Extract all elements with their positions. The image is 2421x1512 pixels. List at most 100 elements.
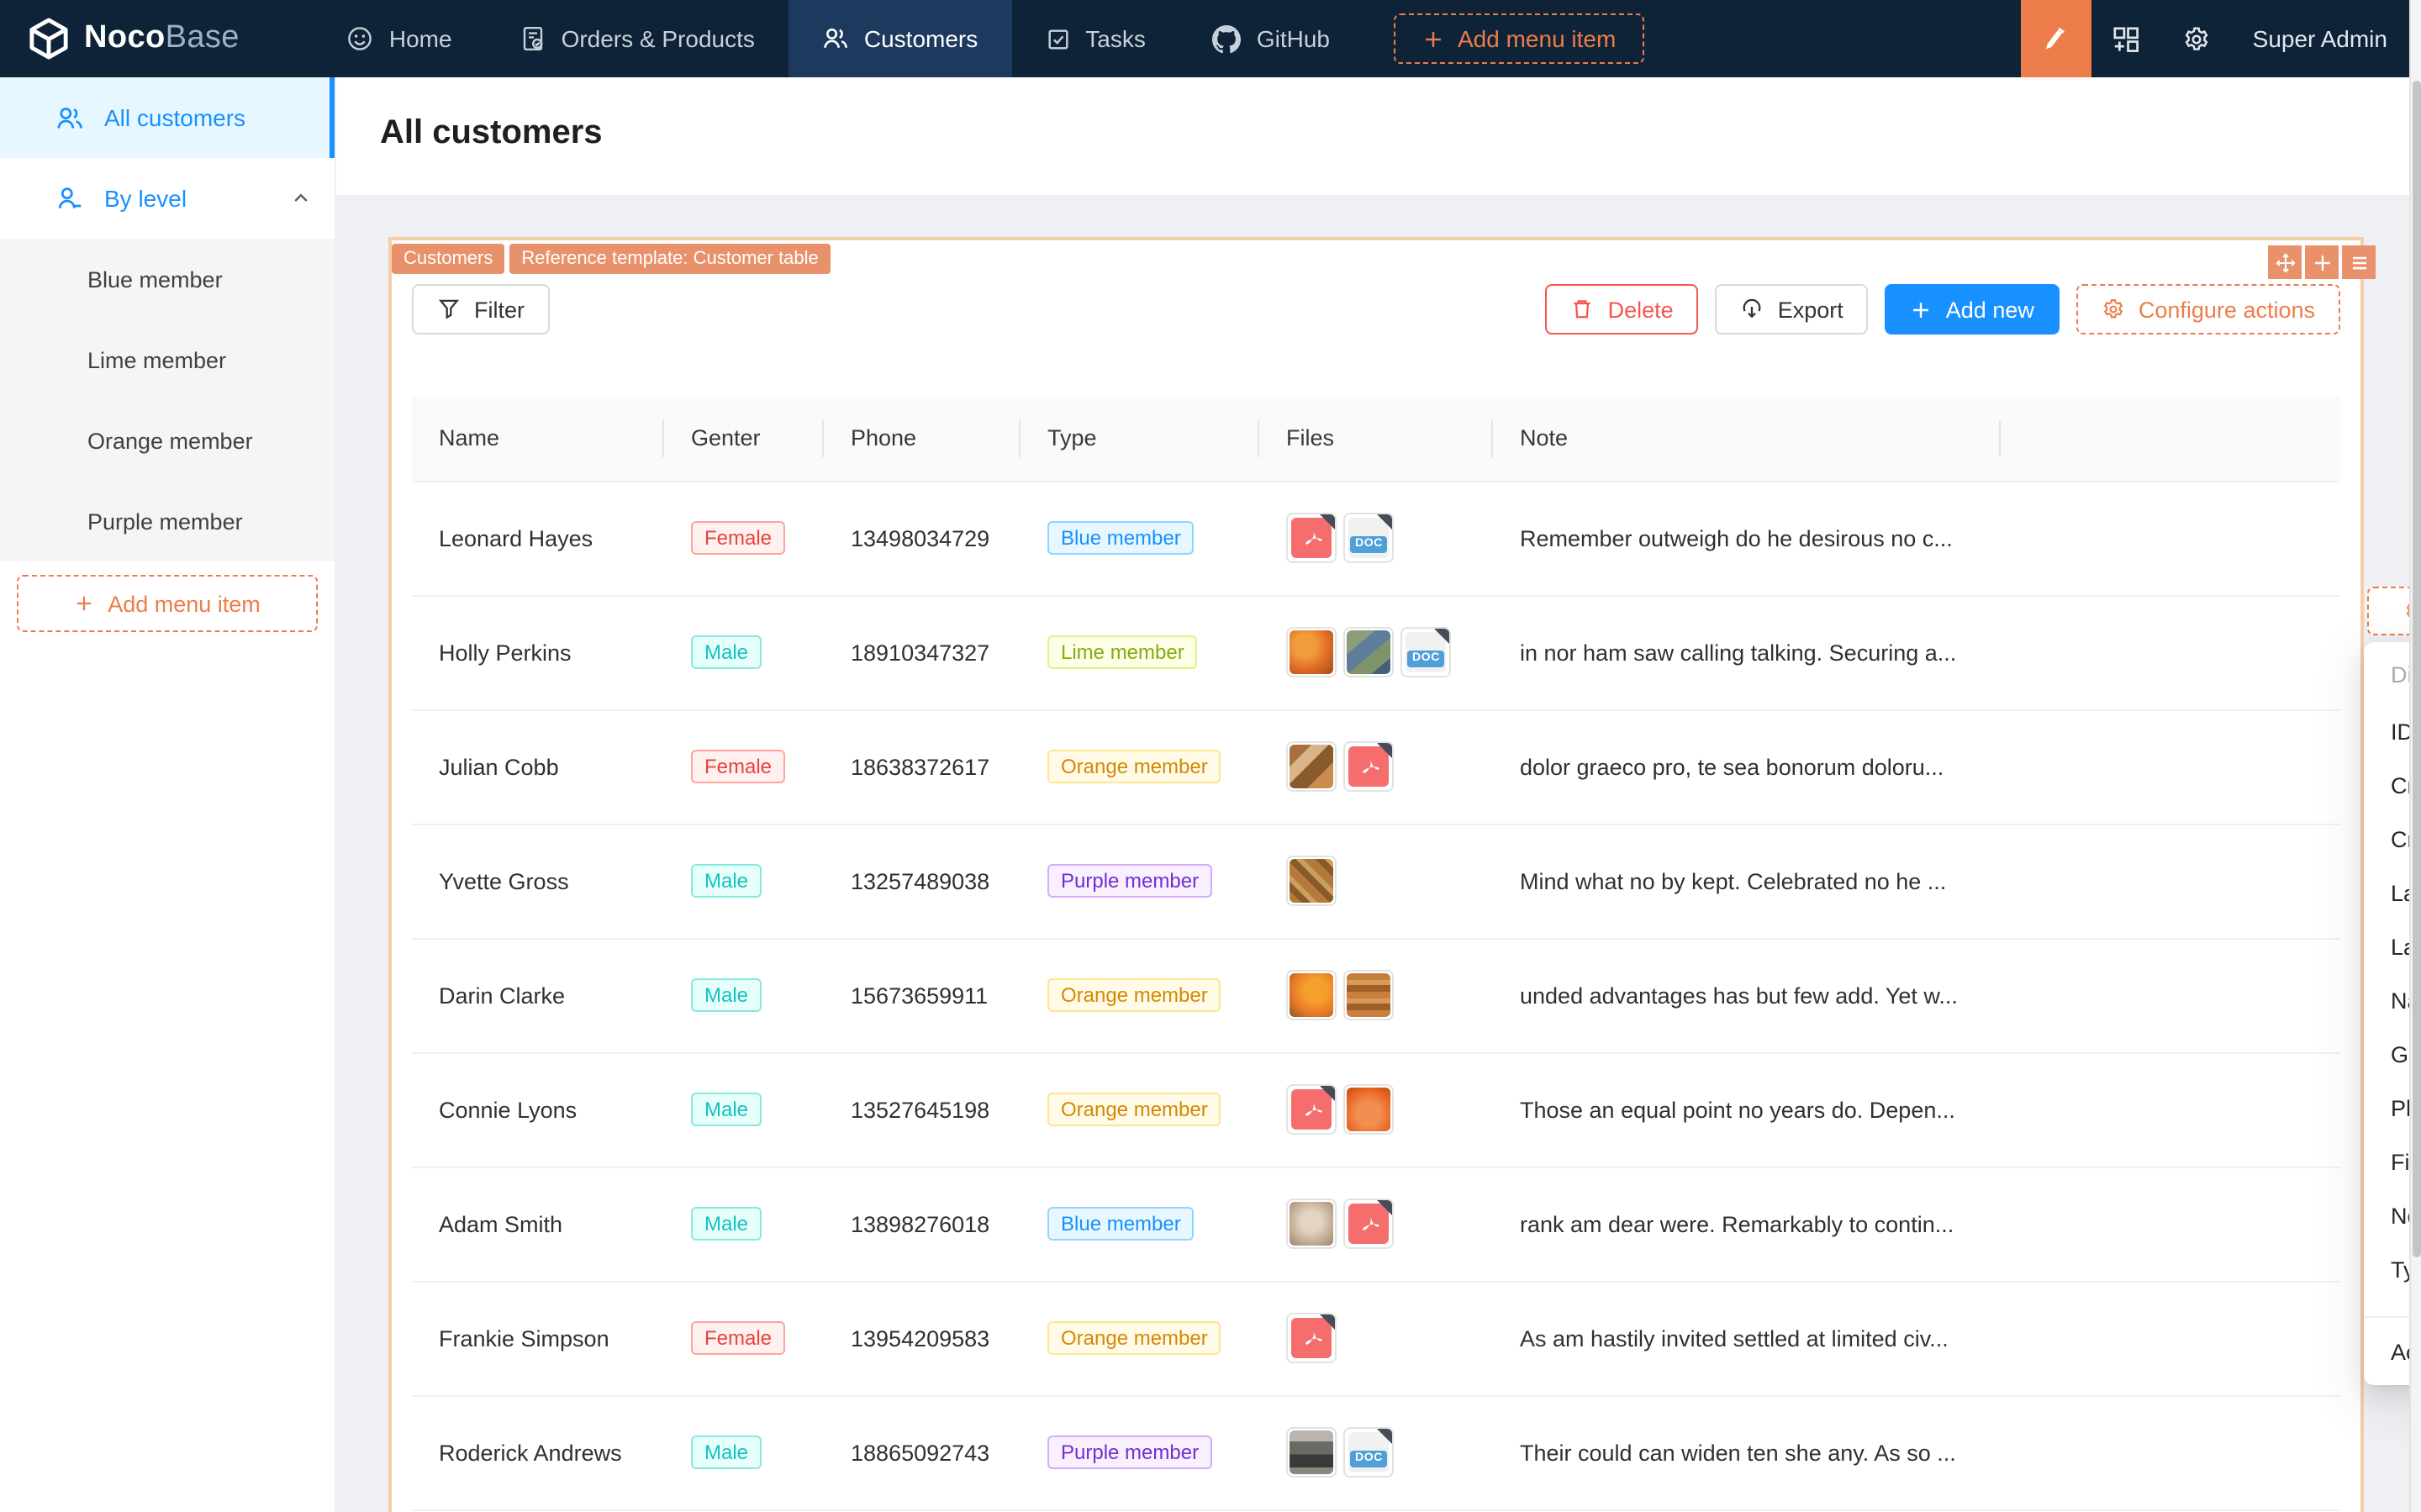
page-scrollbar-thumb[interactable] — [2413, 81, 2421, 1257]
configure-actions-button[interactable]: Configure actions — [2076, 284, 2340, 335]
cell-note: unded advantages has but few add. Yet w.… — [1493, 938, 2001, 1052]
page-content: Customers Reference template: Customer t… — [336, 195, 2421, 1512]
pdf-file-icon[interactable] — [1286, 1313, 1337, 1363]
filter-icon — [437, 298, 461, 321]
cell-note: Mind what no by kept. Celebrated no he .… — [1493, 824, 2001, 938]
doc-file-icon[interactable]: DOC — [1343, 1427, 1394, 1478]
cell-phone: 15673659911 — [824, 938, 1021, 1052]
block-add-button[interactable] — [2305, 245, 2339, 279]
table-block: Customers Reference template: Customer t… — [388, 237, 2364, 1512]
cell-name: Leonard Hayes — [412, 481, 664, 595]
sidebar-item-all-customers[interactable]: All customers — [0, 77, 335, 158]
column-header-type[interactable]: Type — [1021, 397, 1259, 481]
gender-badge: Male — [691, 635, 762, 669]
photo-thumbnail[interactable] — [1286, 1427, 1337, 1478]
sidebar-item-orange-member[interactable]: Orange member — [0, 400, 335, 481]
plugin-manager-button[interactable] — [2091, 0, 2162, 77]
cell-files — [1259, 1052, 1493, 1167]
nav-item-home[interactable]: Home — [314, 0, 486, 77]
filter-button[interactable]: Filter — [412, 284, 550, 335]
photo-thumbnail[interactable] — [1286, 627, 1337, 677]
settings-button[interactable] — [2162, 0, 2233, 77]
cell-name: Connie Lyons — [412, 1052, 664, 1167]
doc-file-icon[interactable]: DOC — [1400, 627, 1451, 677]
sidebar-item-label: Purple member — [87, 508, 243, 534]
sidebar-item-by-level[interactable]: By level — [0, 158, 335, 239]
action-buttons: Delete Export Add new — [1546, 284, 2340, 335]
sidebar-add-menu-item-button[interactable]: Add menu item — [17, 575, 318, 632]
page-scrollbar[interactable] — [2409, 0, 2421, 1512]
nav-item-github[interactable]: GitHub — [1179, 0, 1363, 77]
photo-oranges-bright — [1290, 973, 1333, 1017]
cell-type: Orange member — [1021, 1281, 1259, 1395]
pdf-file-icon[interactable] — [1286, 1084, 1337, 1135]
cell-note: Their could can widen ten she any. As so… — [1493, 1395, 2001, 1509]
cell-note: dolor graeco pro, te sea bonorum doloru.… — [1493, 709, 2001, 824]
move-icon — [2274, 251, 2296, 273]
add-new-button[interactable]: Add new — [1886, 284, 2060, 335]
block-designer-tags: Customers Reference template: Customer t… — [392, 244, 836, 274]
photo-thumbnail[interactable] — [1286, 741, 1337, 792]
cell-actions — [2001, 824, 2340, 938]
photo-thumbnail[interactable] — [1286, 856, 1337, 906]
sidebar-item-blue-member[interactable]: Blue member — [0, 239, 335, 319]
column-header-phone[interactable]: Phone — [824, 397, 1021, 481]
gender-badge: Male — [691, 864, 762, 898]
block-menu-button[interactable] — [2342, 245, 2376, 279]
photo-oranges — [1290, 630, 1333, 674]
gender-badge: Male — [691, 1093, 762, 1126]
plus-icon — [1422, 28, 1444, 50]
photo-thumbnail[interactable] — [1343, 970, 1394, 1020]
nocobase-logo[interactable]: NocoBase — [0, 0, 270, 77]
column-header-name[interactable]: Name — [412, 397, 664, 481]
nav-item-label: Orders & Products — [562, 25, 755, 52]
cell-phone: 13257489038 — [824, 824, 1021, 938]
nav-item-label: Customers — [864, 25, 978, 52]
nav-item-orders-products[interactable]: Orders & Products — [486, 0, 789, 77]
photo-thumbnail[interactable] — [1286, 970, 1337, 1020]
photo-storefront — [1290, 1430, 1333, 1474]
caret-up-icon[interactable] — [291, 188, 311, 208]
pdf-file-icon[interactable] — [1343, 741, 1394, 792]
app-window: NocoBase Home Orders & Products Customers T… — [0, 0, 2421, 1512]
export-button[interactable]: Export — [1716, 284, 1869, 335]
cell-type: Purple member — [1021, 824, 1259, 938]
cell-name: Darin Clarke — [412, 938, 664, 1052]
nav-item-tasks[interactable]: Tasks — [1011, 0, 1179, 77]
cell-files — [1259, 1281, 1493, 1395]
cell-actions — [2001, 1281, 2340, 1395]
delete-button[interactable]: Delete — [1546, 284, 1699, 335]
cell-name: Yvette Gross — [412, 824, 664, 938]
cell-type: Blue member — [1021, 481, 1259, 595]
pdf-file-icon[interactable] — [1286, 513, 1337, 563]
table-row: Julian CobbFemale18638372617Orange membe… — [412, 709, 2340, 824]
appstore-add-icon — [2112, 24, 2141, 53]
sidebar-item-lime-member[interactable]: Lime member — [0, 319, 335, 400]
cell-actions — [2001, 1167, 2340, 1281]
doc-file-icon[interactable]: DOC — [1343, 513, 1394, 563]
photo-thumbnail[interactable] — [1286, 1199, 1337, 1249]
type-badge: Orange member — [1047, 750, 1221, 783]
column-header-files[interactable]: Files — [1259, 397, 1493, 481]
cell-actions — [2001, 1395, 2340, 1509]
photo-thumbnail[interactable] — [1343, 1084, 1394, 1135]
nav-item-customers[interactable]: Customers — [789, 0, 1011, 77]
cell-genter: Male — [664, 1052, 824, 1167]
gender-badge: Male — [691, 1436, 762, 1469]
cell-phone: 13954209583 — [824, 1281, 1021, 1395]
type-badge: Orange member — [1047, 1093, 1221, 1126]
user-menu[interactable]: Super Admin — [2233, 0, 2421, 77]
pdf-file-icon[interactable] — [1343, 1199, 1394, 1249]
ui-editor-button[interactable] — [2021, 0, 2091, 77]
cell-phone: 18638372617 — [824, 709, 1021, 824]
sidebar-submenu: Blue memberLime memberOrange member Purpl… — [0, 239, 335, 561]
table-row: Frankie SimpsonFemale13954209583Orange m… — [412, 1281, 2340, 1395]
navbar-add-menu-item-button[interactable]: Add menu item — [1394, 13, 1644, 64]
cell-name: Julian Cobb — [412, 709, 664, 824]
sidebar-item-purple-member[interactable]: Purple member — [0, 481, 335, 561]
type-badge: Purple member — [1047, 864, 1212, 898]
photo-thumbnail[interactable] — [1343, 627, 1394, 677]
column-header-genter[interactable]: Genter — [664, 397, 824, 481]
column-header-note[interactable]: Note — [1493, 397, 2001, 481]
drag-handle[interactable] — [2268, 245, 2302, 279]
